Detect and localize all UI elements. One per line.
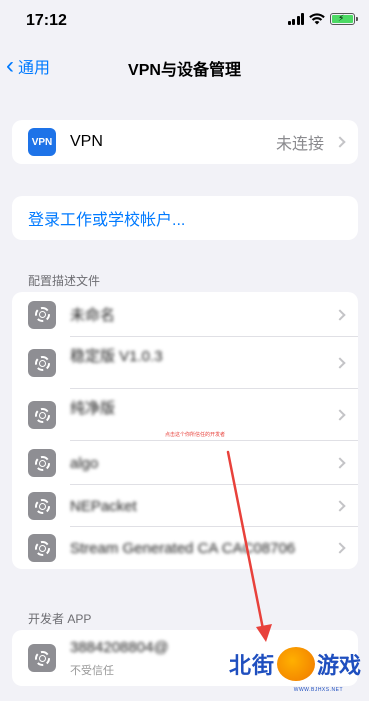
watermark-url: WWW.BJHXS.NET xyxy=(293,687,343,693)
vpn-label: VPN xyxy=(70,133,103,150)
chevron-right-icon xyxy=(334,136,346,148)
signin-row[interactable]: 登录工作或学校帐户... xyxy=(12,196,358,240)
vpn-group: VPN VPN 未连接 xyxy=(12,120,358,164)
signal-icon xyxy=(287,13,304,25)
profile-row[interactable]: NEPacket xyxy=(12,485,358,527)
vpn-row[interactable]: VPN VPN 未连接 xyxy=(12,120,358,164)
chevron-right-icon xyxy=(334,409,346,421)
gear-icon xyxy=(28,644,56,672)
chevron-right-icon xyxy=(334,500,346,512)
profile-row[interactable]: 稳定版 V1.0.3 xyxy=(12,337,358,389)
signin-group: 登录工作或学校帐户... xyxy=(12,196,358,240)
profile-row[interactable]: Stream Generated CA CAC08706 xyxy=(12,527,358,569)
gear-icon xyxy=(28,349,56,377)
profile-label: algo xyxy=(70,454,99,472)
watermark-left-text: 北街 xyxy=(228,653,275,678)
chevron-right-icon xyxy=(334,457,346,469)
chevron-right-icon xyxy=(334,308,346,321)
gear-icon xyxy=(28,300,56,329)
profile-label: 纯净版 xyxy=(70,400,116,417)
developer-section-header: 开发者 APP xyxy=(28,612,92,626)
logo-icon xyxy=(276,647,315,681)
annotation-text: 点击这个你所信任的开发者 xyxy=(165,432,226,438)
profile-label: 未命名 xyxy=(70,307,116,324)
profiles-section-header: 配置描述文件 xyxy=(28,274,101,288)
vpn-icon: VPN xyxy=(28,128,56,156)
wifi-icon xyxy=(309,13,325,25)
profile-label: Stream Generated CA CAC08706 xyxy=(70,539,296,557)
chevron-right-icon xyxy=(334,357,346,369)
profile-label: NEPacket xyxy=(70,497,137,515)
watermark-right-text: 游戏 xyxy=(316,653,361,678)
profile-label: 稳定版 V1.0.3 xyxy=(70,348,163,365)
status-icons: ⚡ xyxy=(287,13,358,25)
status-bar: 17:12 ⚡ xyxy=(0,0,369,44)
chevron-right-icon xyxy=(334,542,346,554)
developer-app-status: 不受信任 xyxy=(70,665,114,677)
gear-icon xyxy=(28,401,56,429)
page-title: VPN与设备管理 xyxy=(128,62,241,79)
status-time: 17:12 xyxy=(26,12,67,29)
navigation-bar: ‹ 通用 VPN与设备管理 xyxy=(0,44,369,88)
profile-row[interactable]: algo xyxy=(12,441,358,485)
developer-app-label: 3884208804@ xyxy=(70,639,169,656)
gear-icon xyxy=(28,449,56,477)
gear-icon xyxy=(28,534,56,562)
signin-link[interactable]: 登录工作或学校帐户... xyxy=(28,206,185,230)
watermark: 北街 游戏 xyxy=(229,647,361,681)
battery-icon: ⚡ xyxy=(330,13,358,25)
profile-row[interactable]: 未命名 xyxy=(12,292,358,337)
gear-icon xyxy=(28,492,56,520)
vpn-status: 未连接 xyxy=(275,136,324,153)
